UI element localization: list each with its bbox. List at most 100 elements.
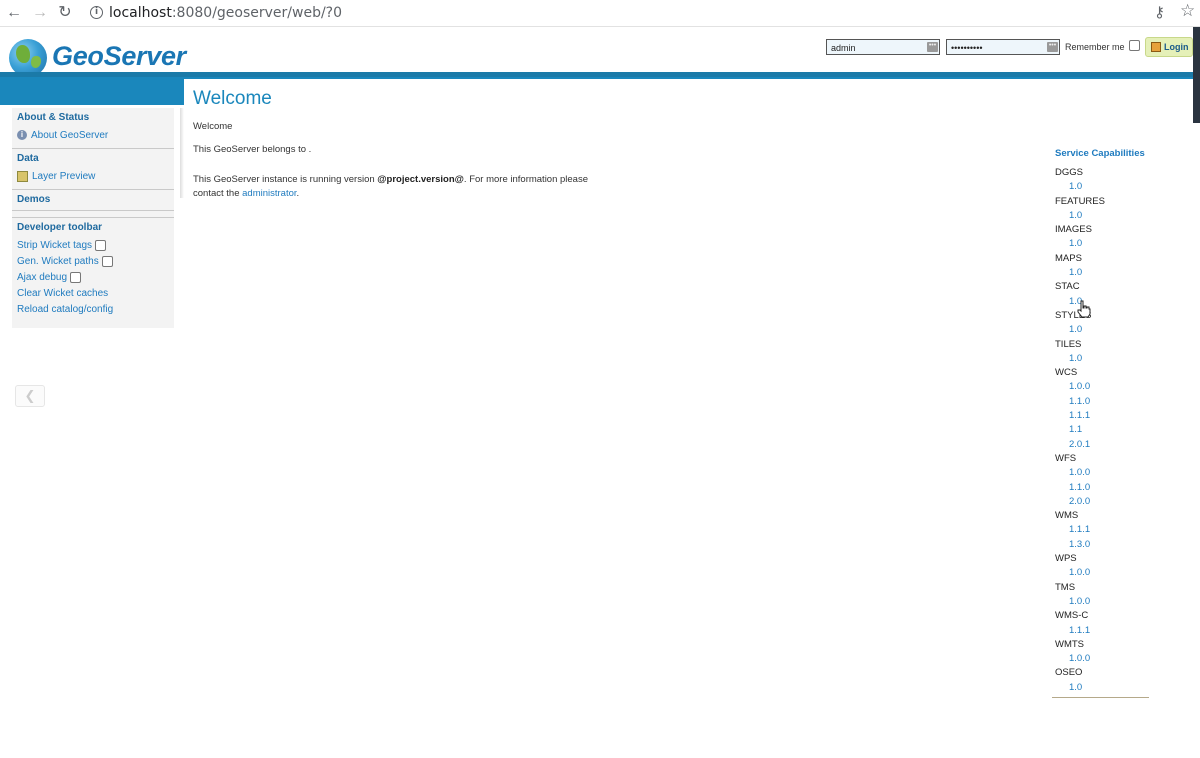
ajax-debug-toggle[interactable]: Ajax debug: [17, 271, 169, 284]
sidebar-section-title: Developer toolbar: [17, 222, 103, 233]
sidebar-item-label: About GeoServer: [31, 130, 109, 141]
sidebar-blue-header: [0, 77, 184, 105]
password-value: ••••••••••: [951, 43, 983, 53]
service-version-link[interactable]: 1.0: [1055, 323, 1149, 337]
service-version-link[interactable]: 1.1.1: [1055, 523, 1149, 537]
service-version-link[interactable]: 1.0: [1055, 209, 1149, 223]
key-icon[interactable]: ⚷: [1154, 3, 1165, 21]
service-name: WPS: [1055, 553, 1077, 565]
service-version-link[interactable]: 1.1.0: [1055, 395, 1149, 409]
sidebar-item-label: Layer Preview: [32, 171, 96, 182]
sidebar-menu: About & Status i About GeoServer Data Lay…: [12, 108, 174, 328]
sidebar-section-title: Data: [17, 153, 39, 164]
strip-wicket-tags-label: Strip Wicket tags: [17, 240, 93, 251]
service-version-link[interactable]: 1.0: [1055, 180, 1149, 194]
service-version-link[interactable]: 2.0.1: [1055, 438, 1149, 452]
service-name: TMS: [1055, 581, 1076, 593]
url-path: :8080/geoserver/web/?0: [171, 5, 343, 21]
sidebar-item-about-geoserver[interactable]: i About GeoServer: [17, 129, 169, 142]
password-manager-icon[interactable]: •••: [927, 42, 938, 52]
page-title: Welcome: [193, 88, 272, 109]
service-version-link[interactable]: 1.3.0: [1055, 538, 1149, 552]
service-name: FEATURES: [1055, 195, 1105, 207]
strip-wicket-tags-checkbox[interactable]: [95, 240, 107, 251]
service-name: WMS: [1055, 510, 1079, 522]
service-name: WMTS: [1055, 638, 1085, 650]
service-version-link[interactable]: 1.1.0: [1055, 481, 1149, 495]
service-version-link[interactable]: 2.0.0: [1055, 495, 1149, 509]
geoserver-header: GeoServer admin ••• •••••••••• ••• Remem…: [0, 27, 1193, 77]
service-name: STAC: [1055, 281, 1080, 293]
ajax-debug-checkbox[interactable]: [70, 272, 82, 283]
info-icon: i: [17, 130, 27, 141]
remember-me-label: Remember me: [1065, 42, 1125, 52]
geoserver-logo-text[interactable]: GeoServer: [52, 41, 186, 72]
service-version-link[interactable]: 1.0: [1055, 266, 1149, 280]
back-arrow-icon[interactable]: ←: [4, 3, 24, 23]
username-input[interactable]: admin •••: [826, 39, 940, 55]
window-edge: [1193, 27, 1200, 123]
reload-icon[interactable]: ↻: [55, 3, 75, 23]
forward-arrow-icon[interactable]: →: [30, 3, 50, 23]
collapse-sidebar-button[interactable]: ❮: [15, 385, 45, 407]
service-capabilities-panel: Service Capabilities DGGS 1.0 FEATURES 1.0 I…: [1055, 148, 1149, 695]
ajax-debug-label: Ajax debug: [17, 272, 68, 283]
version-prefix: This GeoServer instance is running versi…: [193, 174, 378, 185]
sidebar-section-data: Data Layer Preview: [12, 149, 174, 190]
service-version-link[interactable]: 1.0.0: [1055, 595, 1149, 609]
service-capabilities-title: Service Capabilities: [1055, 148, 1145, 159]
site-info-icon[interactable]: i: [90, 6, 103, 19]
service-name: IMAGES: [1055, 224, 1092, 236]
service-version-link[interactable]: 1.1.1: [1055, 409, 1149, 423]
username-value: admin: [831, 43, 856, 53]
address-bar[interactable]: localhost:8080/geoserver/web/?0: [109, 5, 342, 21]
service-version-link[interactable]: 1.0: [1055, 681, 1149, 695]
clear-wicket-caches-link[interactable]: Clear Wicket caches: [17, 287, 169, 300]
service-version-link[interactable]: 1.0.0: [1055, 566, 1149, 580]
gen-wicket-paths-toggle[interactable]: Gen. Wicket paths: [17, 255, 169, 268]
bookmark-star-icon[interactable]: ☆: [1180, 1, 1195, 21]
password-manager-icon[interactable]: •••: [1047, 42, 1058, 52]
welcome-message: Welcome: [193, 121, 233, 132]
belongs-text: This GeoServer belongs to .: [193, 144, 312, 155]
service-version-link[interactable]: 1.0: [1055, 237, 1149, 251]
password-input[interactable]: •••••••••• •••: [946, 39, 1060, 55]
sidebar-section-title: About & Status: [17, 112, 90, 123]
service-name: DGGS: [1055, 167, 1083, 178]
sidebar-item-layer-preview[interactable]: Layer Preview: [17, 170, 169, 183]
service-name: STYLES: [1055, 309, 1092, 321]
admin-suffix: .: [296, 188, 300, 199]
login-button[interactable]: Login: [1145, 37, 1193, 57]
service-name: WMS-C: [1055, 610, 1089, 622]
sidebar-section-developer-toolbar: Developer toolbar Strip Wicket tags Gen.…: [12, 217, 174, 322]
sidebar-shadow: [180, 108, 184, 198]
service-version-link[interactable]: 1.0.0: [1055, 380, 1149, 394]
gen-wicket-paths-label: Gen. Wicket paths: [17, 256, 99, 267]
version-value: @project.version@: [377, 174, 464, 185]
service-name: TILES: [1055, 338, 1082, 350]
service-name: MAPS: [1055, 252, 1082, 264]
layer-preview-icon: [17, 170, 28, 182]
service-version-link[interactable]: 1.1: [1055, 423, 1149, 437]
version-info: This GeoServer instance is running versi…: [193, 173, 613, 201]
content-top-border: [184, 77, 1193, 79]
login-label: Login: [1164, 42, 1189, 52]
service-version-link[interactable]: 1.0.0: [1055, 652, 1149, 666]
service-version-link[interactable]: 1.0: [1055, 295, 1149, 309]
sidebar-item-demos[interactable]: Demos: [17, 194, 169, 205]
capabilities-divider: [1052, 697, 1149, 698]
service-list: DGGS 1.0 FEATURES 1.0 IMAGES 1.0 MAPS 1.0 STAC 1.…: [1055, 166, 1149, 695]
service-version-link[interactable]: 1.0: [1055, 352, 1149, 366]
strip-wicket-tags-toggle[interactable]: Strip Wicket tags: [17, 239, 169, 252]
sidebar-section-demos: Demos: [12, 190, 174, 211]
remember-me-checkbox[interactable]: [1129, 40, 1140, 51]
chevron-left-icon: ❮: [24, 388, 36, 403]
sidebar-section-about-status: About & Status i About GeoServer: [12, 108, 174, 149]
service-name: WFS: [1055, 452, 1077, 464]
gen-wicket-paths-checkbox[interactable]: [101, 256, 113, 267]
service-version-link[interactable]: 1.0.0: [1055, 466, 1149, 480]
reload-catalog-link[interactable]: Reload catalog/config: [17, 303, 169, 316]
url-host: localhost: [109, 5, 172, 21]
administrator-link[interactable]: administrator: [242, 188, 296, 199]
service-version-link[interactable]: 1.1.1: [1055, 624, 1149, 638]
